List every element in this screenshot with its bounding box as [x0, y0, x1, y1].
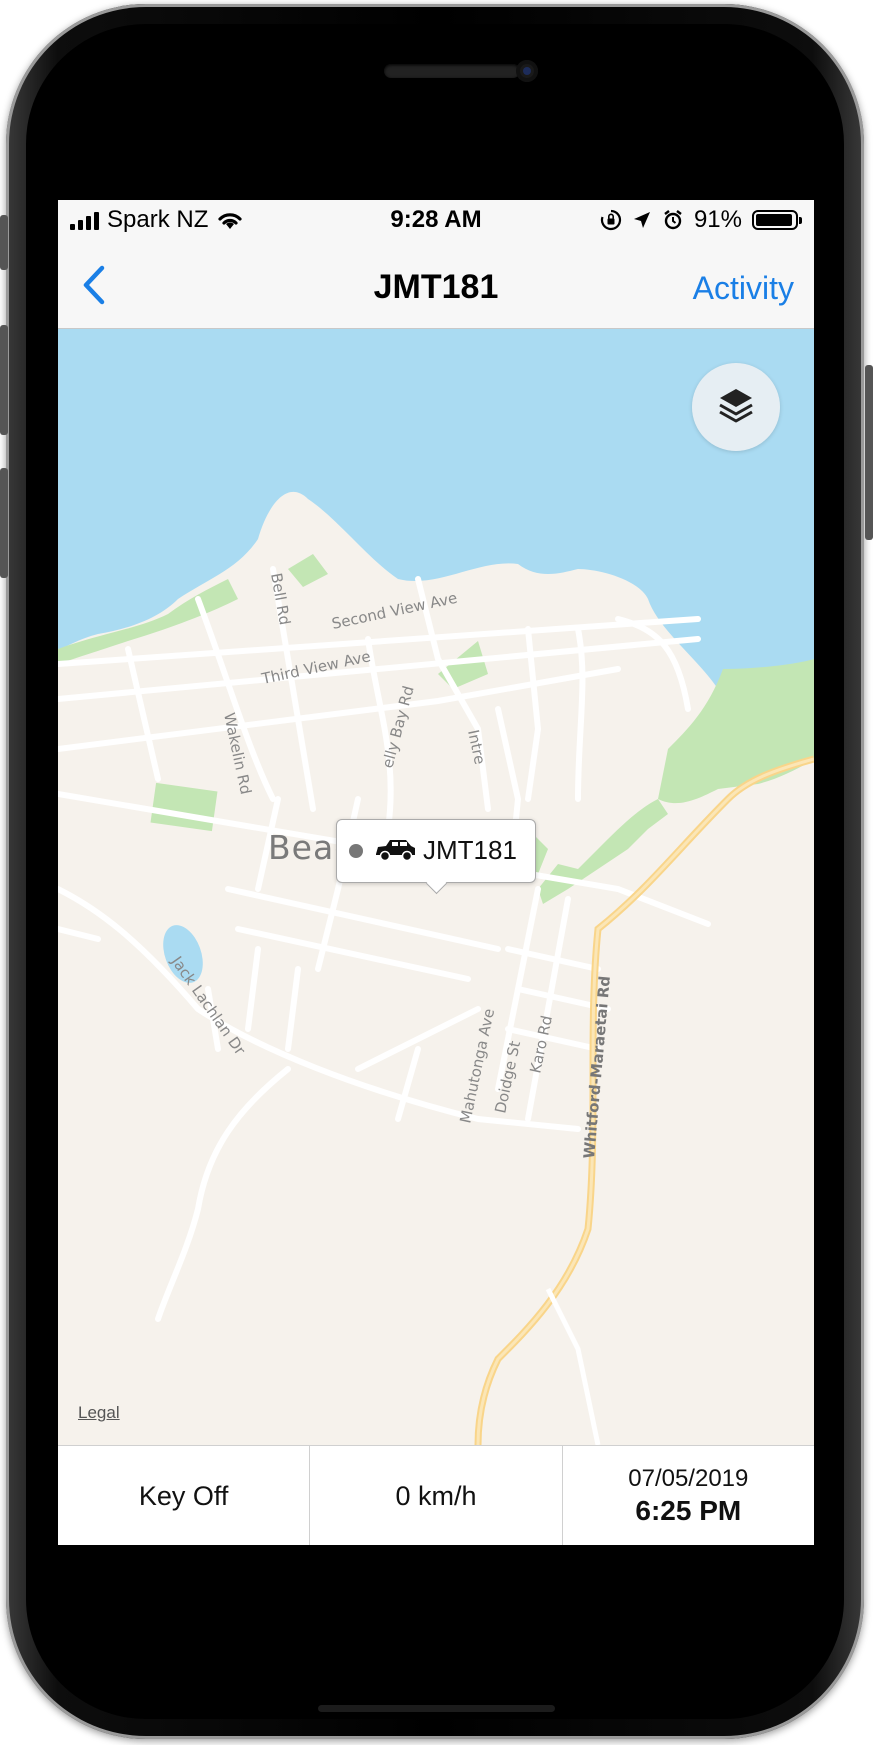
alarm-icon: [664, 210, 682, 230]
car-icon: [376, 840, 415, 862]
home-indicator: [318, 1705, 555, 1712]
last-update-time: 6:25 PM: [635, 1495, 742, 1526]
battery-percent: 91%: [693, 206, 742, 233]
map-layers-button[interactable]: [692, 363, 780, 451]
vehicle-marker-callout[interactable]: JMT181: [336, 819, 536, 883]
ignition-status: Key Off: [138, 1480, 229, 1511]
status-right: 91%: [600, 206, 802, 234]
volume-up-button: [0, 325, 8, 435]
ignition-status-cell: Key Off: [58, 1446, 311, 1545]
battery-icon: [752, 210, 802, 230]
navigation-bar: JMT181 Activity: [58, 244, 814, 329]
map-view[interactable]: Second View Ave Third View Ave Bell Rd W…: [58, 329, 814, 1445]
speed-cell: 0 km/h: [310, 1446, 563, 1545]
last-update-date: 07/05/2019: [628, 1465, 749, 1492]
last-update-cell: 07/05/2019 6:25 PM: [563, 1446, 814, 1545]
park-field: [150, 782, 218, 832]
legal-link[interactable]: Legal: [78, 1403, 120, 1423]
mute-switch: [0, 215, 8, 270]
vehicle-status-bar: Key Off 0 km/h 07/05/2019 6:25 PM: [58, 1445, 814, 1545]
location-arrow-icon: [633, 212, 650, 228]
earpiece-speaker: [384, 64, 520, 78]
orientation-lock-icon: [600, 209, 622, 231]
volume-down-button: [0, 468, 8, 578]
activity-button[interactable]: Activity: [693, 270, 794, 307]
front-camera: [516, 60, 538, 82]
status-bar: Spark NZ 9:28 AM 91%: [58, 200, 814, 244]
vehicle-label: JMT181: [423, 835, 517, 865]
layers-icon: [719, 389, 753, 423]
speed-value: 0 km/h: [395, 1480, 477, 1511]
power-button: [865, 365, 873, 540]
app-screen: Spark NZ 9:28 AM 91% JMT181 Activity Sec…: [58, 200, 814, 1545]
status-dot-icon: [349, 844, 363, 858]
